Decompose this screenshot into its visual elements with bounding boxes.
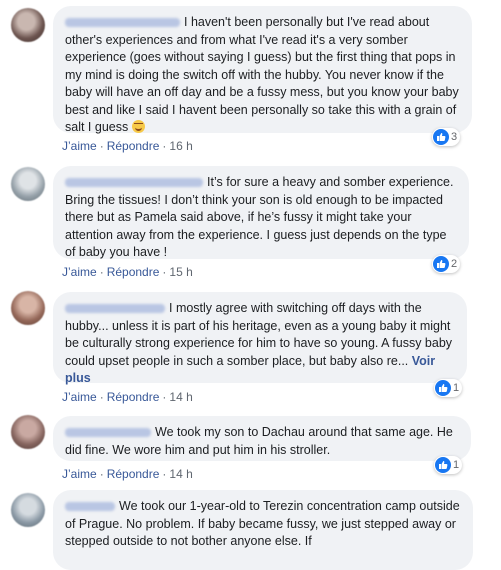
comment-bubble: nameWe took my son to Dachau around that…	[53, 416, 471, 461]
comment-time[interactable]: 16 h	[169, 139, 192, 153]
like-link[interactable]: J’aime	[62, 139, 97, 153]
like-reaction-icon	[433, 256, 449, 272]
comment-text: I haven't been personally but I've read …	[65, 15, 459, 134]
reaction-count[interactable]: 1	[434, 379, 463, 397]
comment-time[interactable]: 14 h	[169, 467, 192, 481]
like-link[interactable]: J’aime	[62, 265, 97, 279]
like-reaction-icon	[435, 380, 451, 396]
reply-link[interactable]: Répondre	[107, 467, 160, 481]
reply-link[interactable]: Répondre	[107, 390, 160, 404]
avatar[interactable]	[11, 291, 45, 325]
laughing-emoji-icon	[131, 120, 145, 133]
comment-author[interactable]: name	[65, 18, 180, 28]
comment-author[interactable]: name	[65, 502, 115, 512]
like-reaction-icon	[435, 457, 451, 473]
comment-text: It’s for sure a heavy and somber experie…	[65, 175, 454, 259]
comment-author[interactable]: name	[65, 428, 151, 438]
comment-actions: J’aime · Répondre · 15 h	[62, 265, 193, 279]
reaction-count[interactable]: 2	[432, 255, 461, 273]
comment-author[interactable]: name	[65, 178, 203, 188]
comment-bubble: nameI mostly agree with switching off da…	[53, 292, 467, 385]
avatar[interactable]	[11, 415, 45, 449]
reaction-count[interactable]: 1	[434, 456, 463, 474]
reaction-count[interactable]: 3	[432, 128, 461, 146]
comment-text: We took our 1-year-old to Terezin concen…	[65, 499, 460, 548]
reaction-number: 2	[451, 258, 458, 270]
reply-link[interactable]: Répondre	[107, 139, 160, 153]
comment-actions: J’aime · Répondre · 14 h	[62, 390, 193, 404]
reply-link[interactable]: Répondre	[107, 265, 160, 279]
reaction-number: 1	[453, 382, 460, 394]
comment-time[interactable]: 15 h	[169, 265, 192, 279]
comment-actions: J’aime · Répondre · 16 h	[62, 139, 193, 153]
like-reaction-icon	[433, 129, 449, 145]
reaction-number: 1	[453, 459, 460, 471]
comment-bubble: nameIt’s for sure a heavy and somber exp…	[53, 166, 469, 259]
reaction-number: 3	[451, 131, 458, 143]
avatar[interactable]	[11, 493, 45, 527]
avatar[interactable]	[11, 8, 45, 42]
comment-bubble: nameWe took our 1-year-old to Terezin co…	[53, 490, 473, 570]
like-link[interactable]: J’aime	[62, 467, 97, 481]
comment-time[interactable]: 14 h	[169, 390, 192, 404]
avatar[interactable]	[11, 167, 45, 201]
comment-bubble: nameI haven't been personally but I've r…	[53, 6, 472, 134]
comment-author[interactable]: name	[65, 304, 165, 314]
like-link[interactable]: J’aime	[62, 390, 97, 404]
comment-actions: J’aime · Répondre · 14 h	[62, 467, 193, 481]
